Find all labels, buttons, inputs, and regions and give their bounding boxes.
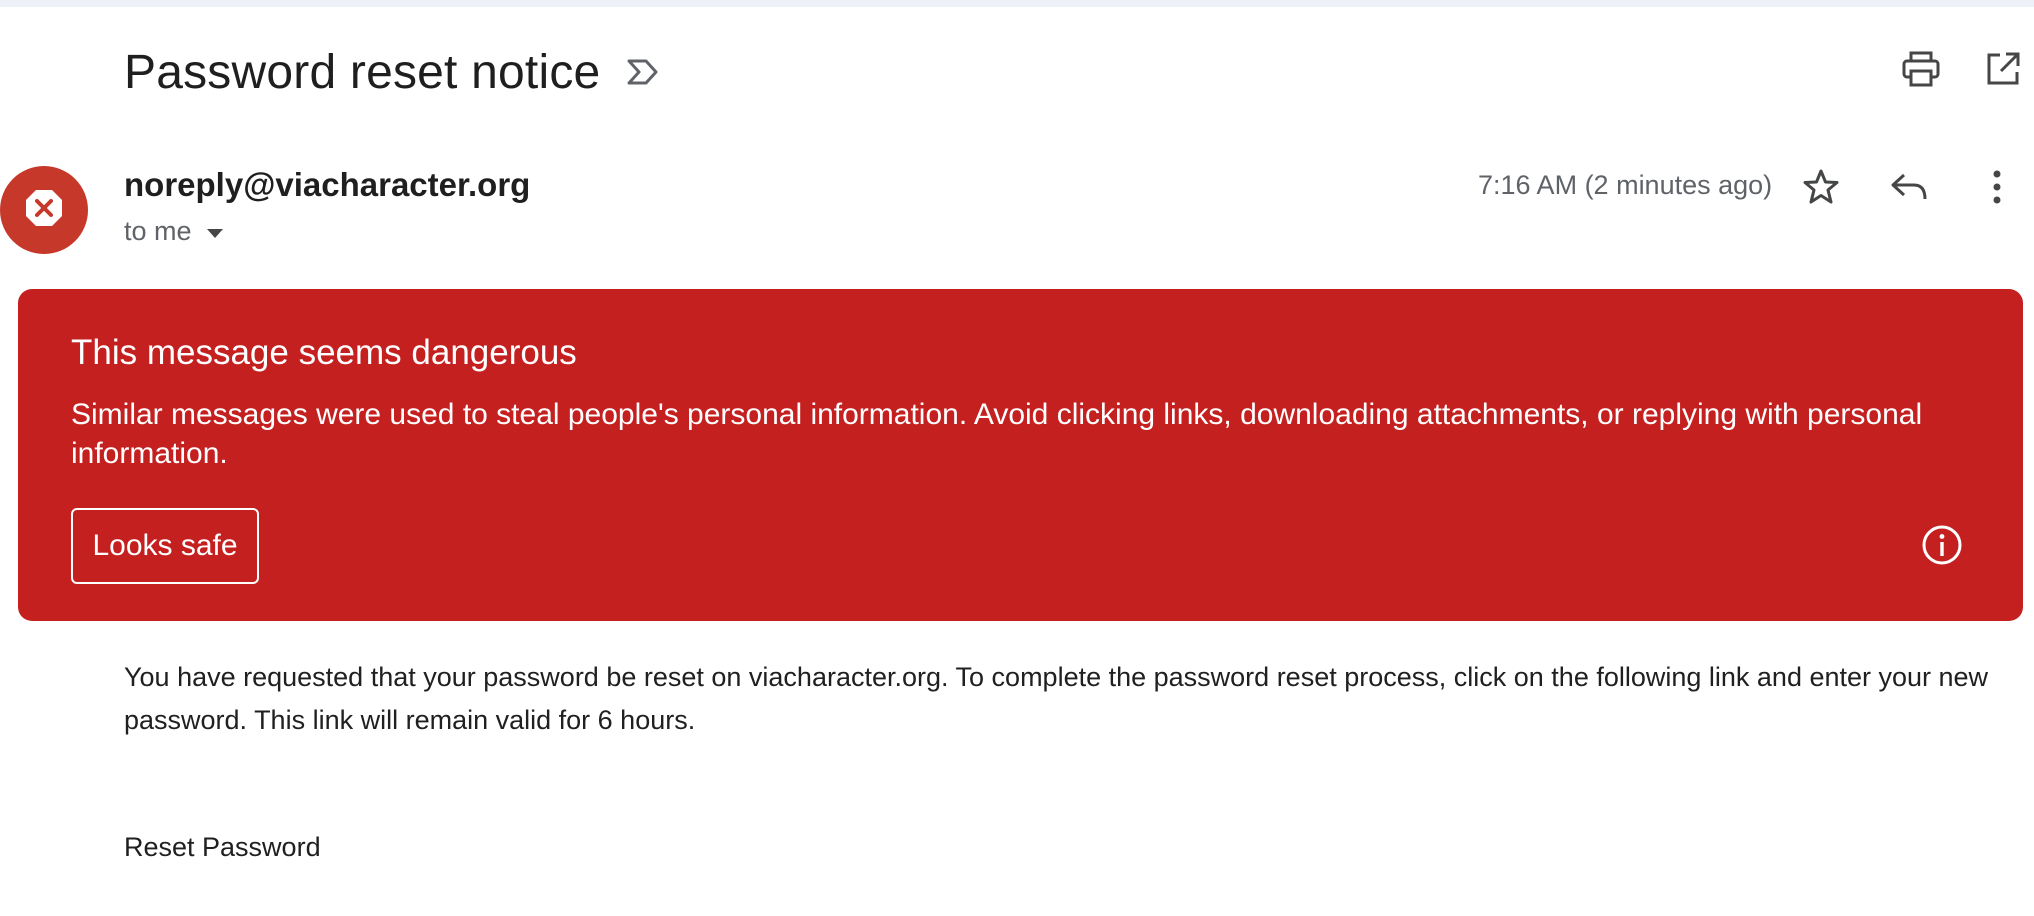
chevron-down-icon[interactable] (206, 216, 224, 247)
reset-password-link[interactable]: Reset Password (124, 832, 321, 863)
email-subject: Password reset notice (124, 45, 601, 99)
recipient-details[interactable]: to me (124, 216, 224, 247)
reply-icon[interactable] (1888, 166, 1930, 208)
warning-text: Similar messages were used to steal peop… (71, 398, 1923, 470)
subject-row: Password reset notice (124, 40, 662, 104)
danger-warning-banner: This message seems dangerous Similar mes… (18, 289, 2023, 621)
label-icon[interactable] (626, 54, 662, 90)
looks-safe-button[interactable]: Looks safe (71, 508, 259, 584)
thread-actions (1900, 48, 2024, 90)
blocked-x-icon (24, 188, 64, 233)
more-vert-icon[interactable] (1976, 166, 2018, 208)
sender-address[interactable]: noreply@viacharacter.org (124, 166, 530, 204)
message-actions (1800, 166, 2018, 208)
open-in-new-icon[interactable] (1982, 48, 2024, 90)
message-time: 7:16 AM (2 minutes ago) (1478, 170, 1773, 200)
sender-avatar (0, 166, 88, 254)
email-body: You have requested that your password be… (124, 662, 1989, 735)
info-icon[interactable] (1920, 523, 1964, 567)
star-icon[interactable] (1800, 166, 1842, 208)
warning-title: This message seems dangerous (71, 333, 577, 372)
top-strip (0, 0, 2034, 7)
recipient-label: to me (124, 216, 192, 246)
print-icon[interactable] (1900, 48, 1942, 90)
